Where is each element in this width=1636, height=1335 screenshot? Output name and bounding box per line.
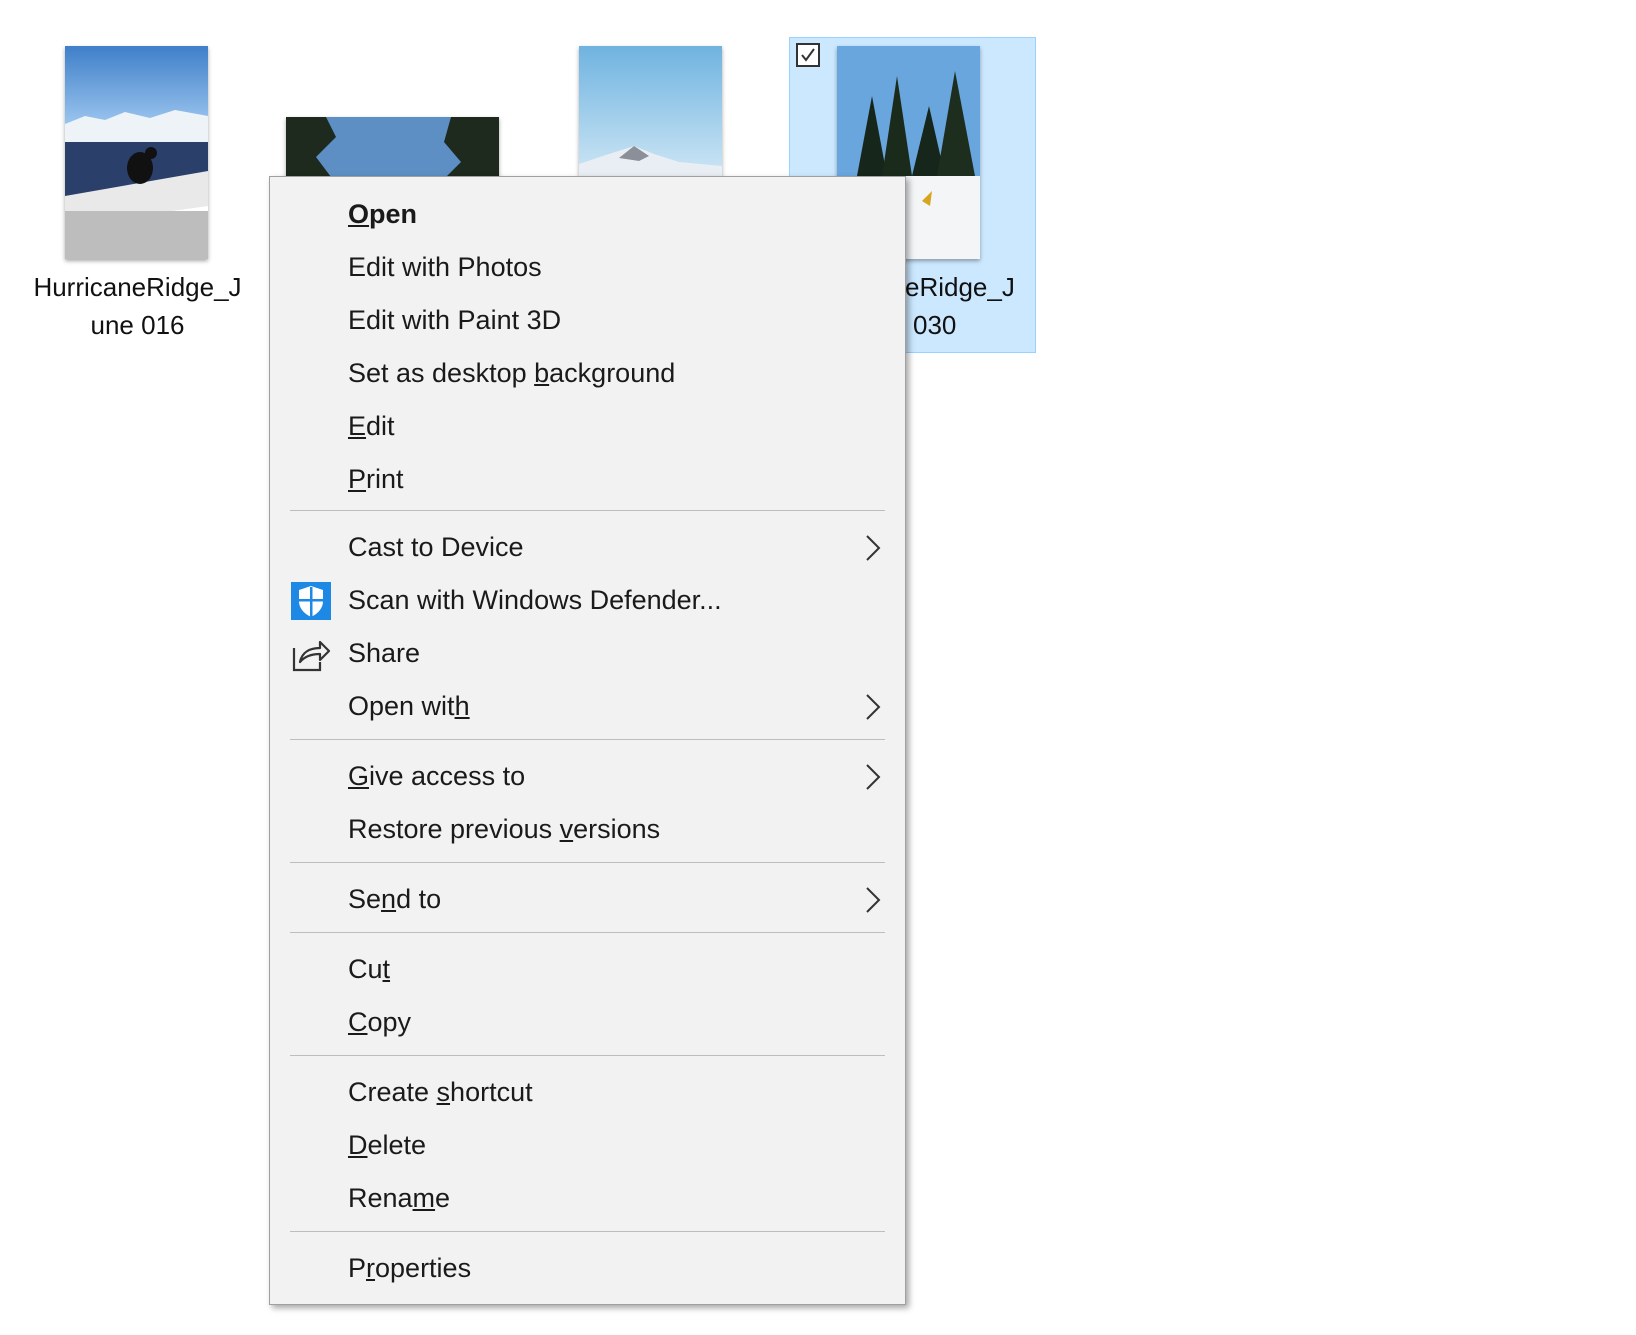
menu-item-send-to[interactable]: Send to: [270, 874, 905, 924]
context-menu: Open Edit with Photos Edit with Paint 3D…: [269, 176, 906, 1305]
file-name-line1: HurricaneRidge_J: [33, 272, 242, 302]
menu-item-set-desktop-background[interactable]: Set as desktop background: [270, 348, 905, 398]
menu-item-edit[interactable]: Edit: [270, 401, 905, 451]
menu-item-copy[interactable]: Copy: [270, 997, 905, 1047]
file-name-line2: une 016: [90, 310, 185, 340]
menu-item-edit-with-paint3d[interactable]: Edit with Paint 3D: [270, 295, 905, 345]
share-icon: [292, 640, 331, 672]
menu-item-give-access-to[interactable]: Give access to: [270, 751, 905, 801]
chevron-right-icon: [866, 764, 881, 790]
thumbnail-mountain-peak: [579, 46, 722, 176]
menu-item-edit-with-photos[interactable]: Edit with Photos: [270, 242, 905, 292]
menu-item-rename[interactable]: Rename: [270, 1173, 905, 1223]
menu-item-open-with[interactable]: Open with: [270, 681, 905, 731]
menu-separator: [290, 862, 885, 863]
menu-item-cast-to-device[interactable]: Cast to Device: [270, 522, 905, 572]
menu-separator: [290, 739, 885, 740]
menu-separator: [290, 510, 885, 511]
menu-item-cut[interactable]: Cut: [270, 944, 905, 994]
menu-item-print[interactable]: Print: [270, 454, 905, 504]
menu-item-restore-previous-versions[interactable]: Restore previous versions: [270, 804, 905, 854]
menu-item-properties[interactable]: Properties: [270, 1243, 905, 1293]
file-name-line1: eRidge_J: [905, 272, 1015, 302]
menu-item-scan-windows-defender[interactable]: Scan with Windows Defender...: [270, 575, 905, 625]
menu-item-create-shortcut[interactable]: Create shortcut: [270, 1067, 905, 1117]
chevron-right-icon: [866, 694, 881, 720]
menu-item-share[interactable]: Share: [270, 628, 905, 678]
thumbnail-crow-railing: [65, 46, 208, 259]
chevron-right-icon: [866, 887, 881, 913]
menu-separator: [290, 1231, 885, 1232]
checkmark-icon: [801, 48, 815, 62]
menu-separator: [290, 1055, 885, 1056]
windows-defender-shield-icon: [291, 582, 331, 620]
menu-item-open[interactable]: Open: [270, 189, 905, 239]
menu-separator: [290, 932, 885, 933]
selection-checkbox[interactable]: [796, 43, 820, 67]
file-name-line2: 030: [913, 310, 957, 340]
chevron-right-icon: [866, 535, 881, 561]
menu-item-delete[interactable]: Delete: [270, 1120, 905, 1170]
thumbnail-trees-sky: [286, 117, 499, 177]
